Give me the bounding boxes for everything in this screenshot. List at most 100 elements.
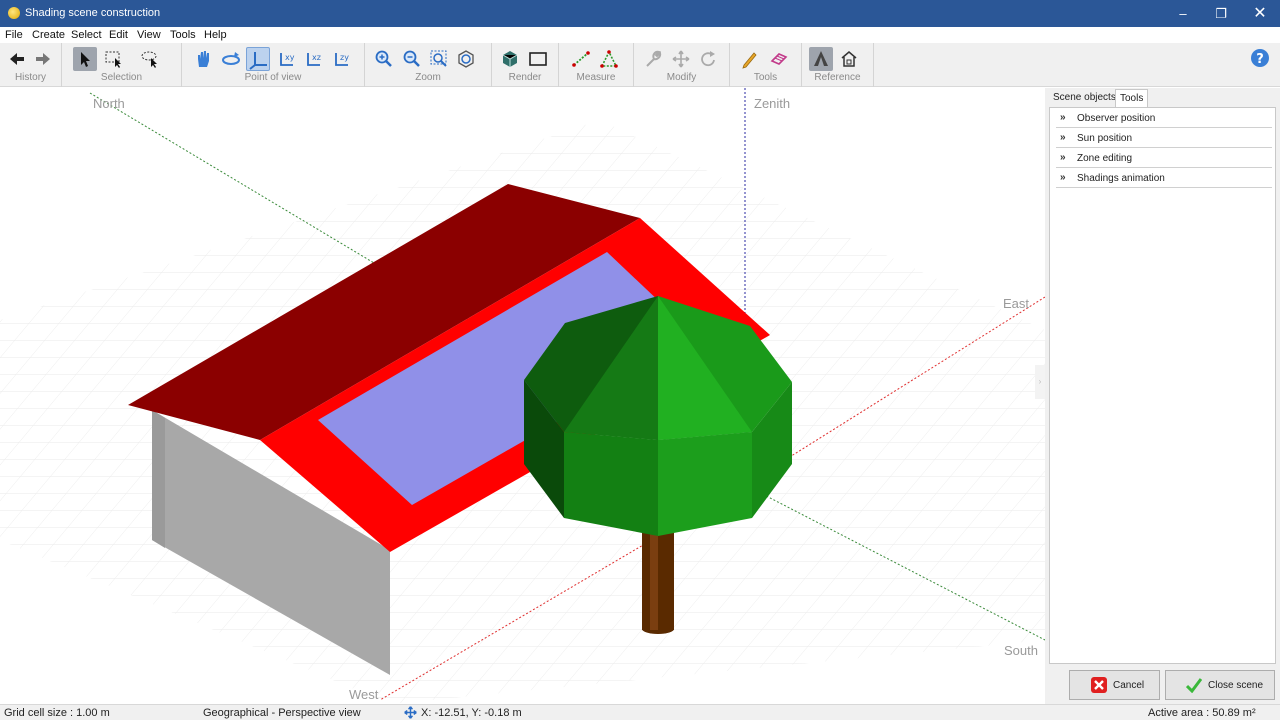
xy-view-icon[interactable]: xy [274, 47, 298, 71]
menu-edit[interactable]: Edit [109, 29, 128, 41]
pencil-icon[interactable] [738, 47, 762, 71]
tab-tools[interactable]: Tools [1115, 89, 1149, 107]
point-of-view-label: Point of view [244, 72, 302, 83]
zone-editing-label: Zone editing [1077, 153, 1133, 164]
tools-pane: » Observer position » Sun position » Zon… [1049, 107, 1276, 664]
scene-viewport[interactable]: North Zenith East South West [0, 88, 1045, 704]
minimize-icon[interactable]: – [1164, 0, 1202, 27]
close-scene-button[interactable]: Close scene [1165, 670, 1275, 700]
zone-editing-item[interactable]: » Zone editing [1056, 149, 1272, 168]
tab-scene-objects[interactable]: Scene objects [1049, 89, 1120, 107]
svg-text:?: ? [1256, 52, 1264, 67]
zoom-label: Zoom [415, 72, 441, 83]
pointer-icon[interactable] [73, 47, 97, 71]
shadings-animation-label: Shadings animation [1077, 173, 1165, 184]
menu-bar: File Create Select Edit View Tools Help [0, 27, 1280, 43]
render-solid-icon[interactable] [498, 47, 522, 71]
lasso-select-icon[interactable] [138, 47, 162, 71]
modify-group: Modify [634, 43, 730, 87]
zoom-in-icon[interactable] [372, 47, 396, 71]
help-icon[interactable]: ? [1250, 48, 1270, 68]
window-title: Shading scene construction [25, 7, 161, 19]
house-wall-shade [152, 410, 165, 548]
menu-file[interactable]: File [5, 29, 23, 41]
cursor-coordinates: X: -12.51, Y: -0.18 m [421, 707, 522, 719]
red-x-icon [1091, 677, 1107, 693]
shadings-animation-item[interactable]: » Shadings animation [1056, 169, 1272, 188]
menu-view[interactable]: View [137, 29, 161, 41]
zoom-window-icon[interactable] [427, 47, 451, 71]
wrench-icon[interactable] [641, 47, 665, 71]
reference-group: Reference [802, 43, 874, 87]
history-group: History [0, 43, 62, 87]
panel-collapse-handle[interactable]: › [1035, 365, 1045, 399]
double-chevron-icon: » [1060, 172, 1066, 183]
xz-view-icon[interactable]: xz [301, 47, 325, 71]
tent-reference-icon[interactable] [809, 47, 833, 71]
measure-angle-icon[interactable] [597, 47, 621, 71]
view-mode: Geographical - Perspective view [203, 707, 361, 719]
scene-canvas [0, 88, 1045, 704]
modify-label: Modify [666, 72, 697, 83]
double-chevron-icon: » [1060, 152, 1066, 163]
double-chevron-icon: » [1060, 132, 1066, 143]
north-label: North [93, 96, 125, 111]
measure-line-icon[interactable] [569, 47, 593, 71]
reference-label: Reference [814, 72, 861, 83]
zy-view-icon[interactable]: zy [329, 47, 353, 71]
zoom-fit-icon[interactable] [454, 47, 478, 71]
double-chevron-icon: » [1060, 112, 1066, 123]
svg-text:xy: xy [285, 53, 295, 62]
selection-group: Selection [62, 43, 182, 87]
move-icon[interactable] [669, 47, 693, 71]
title-bar: Shading scene construction – ❐ ✕ [0, 0, 1280, 27]
active-area: Active area : 50.89 m² [1148, 707, 1256, 719]
eraser-icon[interactable] [767, 47, 791, 71]
close-icon[interactable]: ✕ [1241, 0, 1279, 27]
menu-select[interactable]: Select [71, 29, 102, 41]
cancel-label: Cancel [1113, 680, 1145, 691]
pan-hand-icon[interactable] [191, 47, 215, 71]
rectangle-select-icon[interactable] [102, 47, 126, 71]
right-panel: Scene objects Tools » Observer position … [1045, 88, 1280, 704]
observer-position-item[interactable]: » Observer position [1056, 109, 1272, 128]
app-sun-icon [8, 7, 20, 19]
menu-help[interactable]: Help [204, 29, 227, 41]
observer-position-label: Observer position [1077, 113, 1156, 124]
zoom-out-icon[interactable] [400, 47, 424, 71]
render-label: Render [508, 72, 542, 83]
history-label: History [14, 72, 47, 83]
grid-cell-size: Grid cell size : 1.00 m [4, 707, 110, 719]
west-label: West [349, 687, 379, 702]
svg-text:xz: xz [312, 53, 321, 62]
axes-icon[interactable] [246, 47, 270, 71]
tree-foliage [524, 296, 792, 536]
tools-group: Tools [730, 43, 802, 87]
rotate-icon[interactable] [697, 47, 721, 71]
zenith-label: Zenith [754, 96, 791, 111]
sun-position-label: Sun position [1077, 133, 1133, 144]
render-wireframe-icon[interactable] [526, 47, 550, 71]
sun-position-item[interactable]: » Sun position [1056, 129, 1272, 148]
move-cursor-icon [404, 706, 417, 720]
zoom-group: Zoom [365, 43, 492, 87]
toolbar: History Selection xy xz zy Point of view… [0, 43, 1280, 87]
measure-label: Measure [576, 72, 616, 83]
menu-create[interactable]: Create [32, 29, 65, 41]
selection-label: Selection [100, 72, 143, 83]
house-reference-icon[interactable] [837, 47, 861, 71]
menu-tools[interactable]: Tools [170, 29, 196, 41]
status-bar: Grid cell size : 1.00 m Geographical - P… [0, 704, 1280, 720]
south-label: South [1004, 643, 1038, 658]
close-scene-label: Close scene [1208, 680, 1264, 691]
back-arrow-icon[interactable] [5, 47, 29, 71]
svg-text:zy: zy [340, 53, 349, 62]
orbit-icon[interactable] [219, 47, 243, 71]
measure-group: Measure [559, 43, 634, 87]
render-group: Render [492, 43, 559, 87]
forward-arrow-icon[interactable] [31, 47, 55, 71]
cancel-button[interactable]: Cancel [1069, 670, 1160, 700]
restore-icon[interactable]: ❐ [1202, 0, 1240, 27]
east-label: East [1003, 296, 1030, 311]
point-of-view-group: xy xz zy Point of view [182, 43, 365, 87]
